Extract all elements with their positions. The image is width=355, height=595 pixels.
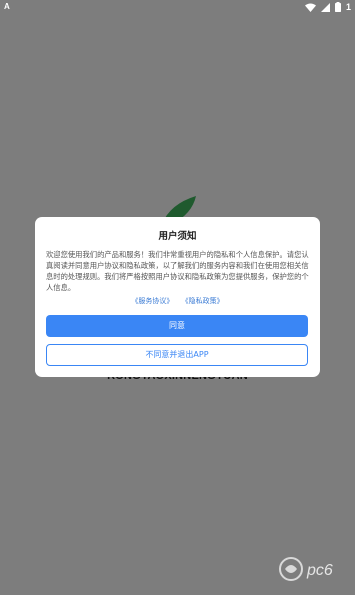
status-icons: 1 (304, 1, 351, 13)
battery-level-text: 1 (345, 2, 351, 12)
battery-icon (334, 2, 341, 12)
dialog-title: 用户须知 (158, 231, 197, 242)
dialog-body-text: 欢迎您使用我们的产品和服务！我们非常重视用户的隐私和个人信息保护。请您认真阅读并… (46, 250, 309, 292)
agree-button[interactable]: 同意 (46, 315, 308, 337)
privacy-policy-link[interactable]: 《隐私政策》 (182, 297, 224, 305)
agreement-links: 《服务协议》 《隐私政策》 (35, 296, 320, 306)
service-agreement-link[interactable]: 《服务协议》 (131, 297, 173, 305)
watermark-text: pc6 (306, 562, 333, 579)
watermark-logo: pc6 (279, 557, 333, 581)
status-bar: A 1 (0, 0, 355, 14)
signal-icon (320, 2, 330, 12)
disagree-exit-button[interactable]: 不同意并退出APP (46, 344, 308, 366)
user-notice-dialog: 用户须知 欢迎您使用我们的产品和服务！我们非常重视用户的隐私和个人信息保护。请您… (35, 217, 320, 377)
status-app-icon: A (4, 2, 10, 11)
wifi-icon (304, 3, 316, 12)
